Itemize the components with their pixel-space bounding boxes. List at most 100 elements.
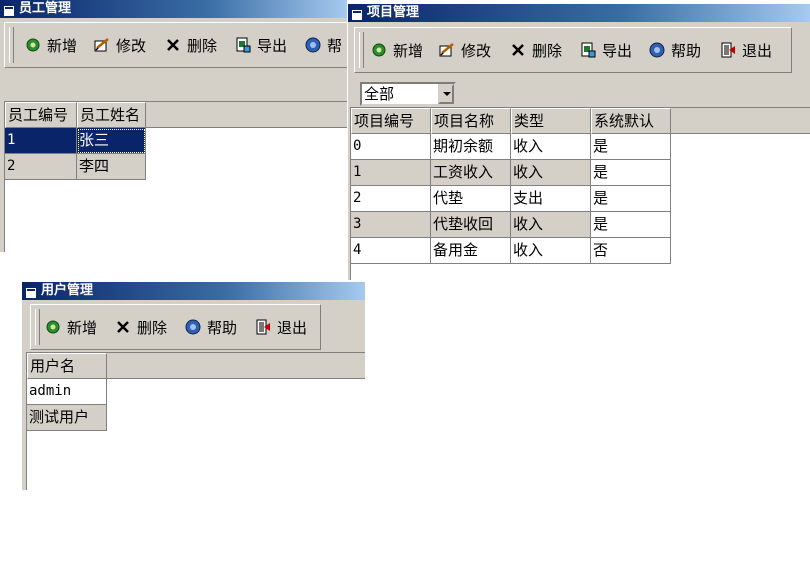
toolbar-grip[interactable]	[9, 27, 14, 63]
export-label: 导出	[257, 36, 288, 55]
delete-button[interactable]: 删除	[165, 23, 217, 67]
employee-name-cell[interactable]: 张三	[77, 128, 146, 154]
add-button[interactable]: 新增	[25, 23, 77, 67]
project-default-cell[interactable]: 是	[591, 160, 671, 186]
export-icon	[235, 37, 251, 53]
add-button[interactable]: 新增	[371, 28, 423, 72]
project-id-cell[interactable]: 3	[351, 212, 431, 238]
delete-icon	[510, 42, 526, 58]
help-button[interactable]: 帮助	[185, 305, 237, 349]
delete-label: 删除	[187, 36, 218, 55]
edit-label: 修改	[116, 36, 147, 55]
help-icon	[305, 37, 321, 53]
filter-selected-value: 全部	[364, 85, 395, 103]
dropdown-button[interactable]	[438, 84, 454, 104]
add-button[interactable]: 新增	[45, 305, 97, 349]
add-label: 新增	[67, 318, 98, 337]
employee-window: 员工管理 新增 修改 删除 导出 帮 员工编号 员工姓名 1 张三 2 李四	[0, 0, 347, 252]
user-toolbar: 新增 删除 帮助 退出	[30, 304, 321, 350]
exit-label: 退出	[742, 41, 773, 60]
project-name-cell[interactable]: 备用金	[431, 238, 511, 264]
project-window-titlebar[interactable]: 项目管理	[348, 4, 810, 22]
delete-label: 删除	[532, 41, 563, 60]
user-grid[interactable]: 用户名 admin 测试用户	[26, 352, 365, 490]
delete-icon	[115, 319, 131, 335]
column-header-project-id[interactable]: 项目编号	[351, 108, 431, 134]
exit-icon	[720, 42, 736, 58]
edit-label: 修改	[461, 41, 492, 60]
project-type-cell[interactable]: 收入	[511, 134, 591, 160]
help-icon	[185, 319, 201, 335]
project-id-cell[interactable]: 2	[351, 186, 431, 212]
username-cell[interactable]: 测试用户	[27, 405, 107, 431]
add-label: 新增	[393, 41, 424, 60]
toolbar-grip[interactable]	[35, 309, 40, 345]
user-window-titlebar[interactable]: 用户管理	[22, 282, 365, 300]
project-name-cell[interactable]: 代垫收回	[431, 212, 511, 238]
project-default-cell[interactable]: 是	[591, 134, 671, 160]
chevron-down-icon	[443, 92, 451, 96]
add-icon	[371, 42, 387, 58]
employee-window-titlebar[interactable]: 员工管理	[0, 0, 347, 18]
delete-label: 删除	[137, 318, 168, 337]
help-button[interactable]: 帮助	[649, 28, 701, 72]
project-window: 项目管理 新增 修改 删除 导出 帮助 退出 全部 项目编号 项目名称 类型 系…	[348, 4, 810, 280]
project-default-cell[interactable]: 是	[591, 186, 671, 212]
project-id-cell[interactable]: 0	[351, 134, 431, 160]
export-icon	[580, 42, 596, 58]
export-button[interactable]: 导出	[235, 23, 287, 67]
edit-icon	[439, 42, 455, 58]
window-title: 用户管理	[41, 283, 94, 298]
category-filter-select[interactable]: 全部	[360, 82, 456, 106]
column-header-employee-id[interactable]: 员工编号	[5, 102, 77, 128]
edit-button[interactable]: 修改	[439, 28, 491, 72]
project-id-cell[interactable]: 1	[351, 160, 431, 186]
export-label: 导出	[602, 41, 633, 60]
project-grid[interactable]: 项目编号 项目名称 类型 系统默认 0 期初余额 收入 是 1 工资收入 收入 …	[350, 107, 810, 280]
exit-label: 退出	[277, 318, 308, 337]
project-name-cell[interactable]: 期初余额	[431, 134, 511, 160]
employee-id-cell[interactable]: 1	[5, 128, 77, 154]
add-icon	[25, 37, 41, 53]
employee-grid[interactable]: 员工编号 员工姓名 1 张三 2 李四	[4, 101, 347, 252]
project-name-cell[interactable]: 代垫	[431, 186, 511, 212]
column-header-username[interactable]: 用户名	[27, 353, 107, 379]
project-default-cell[interactable]: 是	[591, 212, 671, 238]
edit-icon	[94, 37, 110, 53]
project-type-cell[interactable]: 收入	[511, 160, 591, 186]
window-icon	[4, 4, 14, 16]
project-type-cell[interactable]: 收入	[511, 212, 591, 238]
window-icon	[352, 8, 362, 20]
delete-icon	[165, 37, 181, 53]
window-icon	[26, 286, 36, 298]
help-icon	[649, 42, 665, 58]
project-name-cell[interactable]: 工资收入	[431, 160, 511, 186]
project-id-cell[interactable]: 4	[351, 238, 431, 264]
edit-button[interactable]: 修改	[94, 23, 146, 67]
exit-button[interactable]: 退出	[255, 305, 307, 349]
add-label: 新增	[47, 36, 78, 55]
column-header-project-name[interactable]: 项目名称	[431, 108, 511, 134]
help-button[interactable]: 帮	[305, 23, 342, 67]
column-header-type[interactable]: 类型	[511, 108, 591, 134]
employee-name-cell[interactable]: 李四	[77, 154, 146, 180]
help-label: 帮助	[671, 41, 702, 60]
help-label: 帮助	[207, 318, 238, 337]
delete-button[interactable]: 删除	[510, 28, 562, 72]
project-toolbar: 新增 修改 删除 导出 帮助 退出	[354, 27, 792, 73]
column-header-employee-name[interactable]: 员工姓名	[77, 102, 146, 128]
export-button[interactable]: 导出	[580, 28, 632, 72]
delete-button[interactable]: 删除	[115, 305, 167, 349]
exit-button[interactable]: 退出	[720, 28, 772, 72]
project-type-cell[interactable]: 支出	[511, 186, 591, 212]
toolbar-grip[interactable]	[359, 32, 364, 68]
project-default-cell[interactable]: 否	[591, 238, 671, 264]
project-type-cell[interactable]: 收入	[511, 238, 591, 264]
employee-id-cell[interactable]: 2	[5, 154, 77, 180]
window-title: 项目管理	[367, 5, 420, 20]
username-cell[interactable]: admin	[27, 379, 107, 405]
window-title: 员工管理	[19, 1, 72, 16]
column-header-system-default[interactable]: 系统默认	[591, 108, 671, 134]
user-window: 用户管理 新增 删除 帮助 退出 用户名 admin 测试用户	[22, 282, 365, 490]
exit-icon	[255, 319, 271, 335]
